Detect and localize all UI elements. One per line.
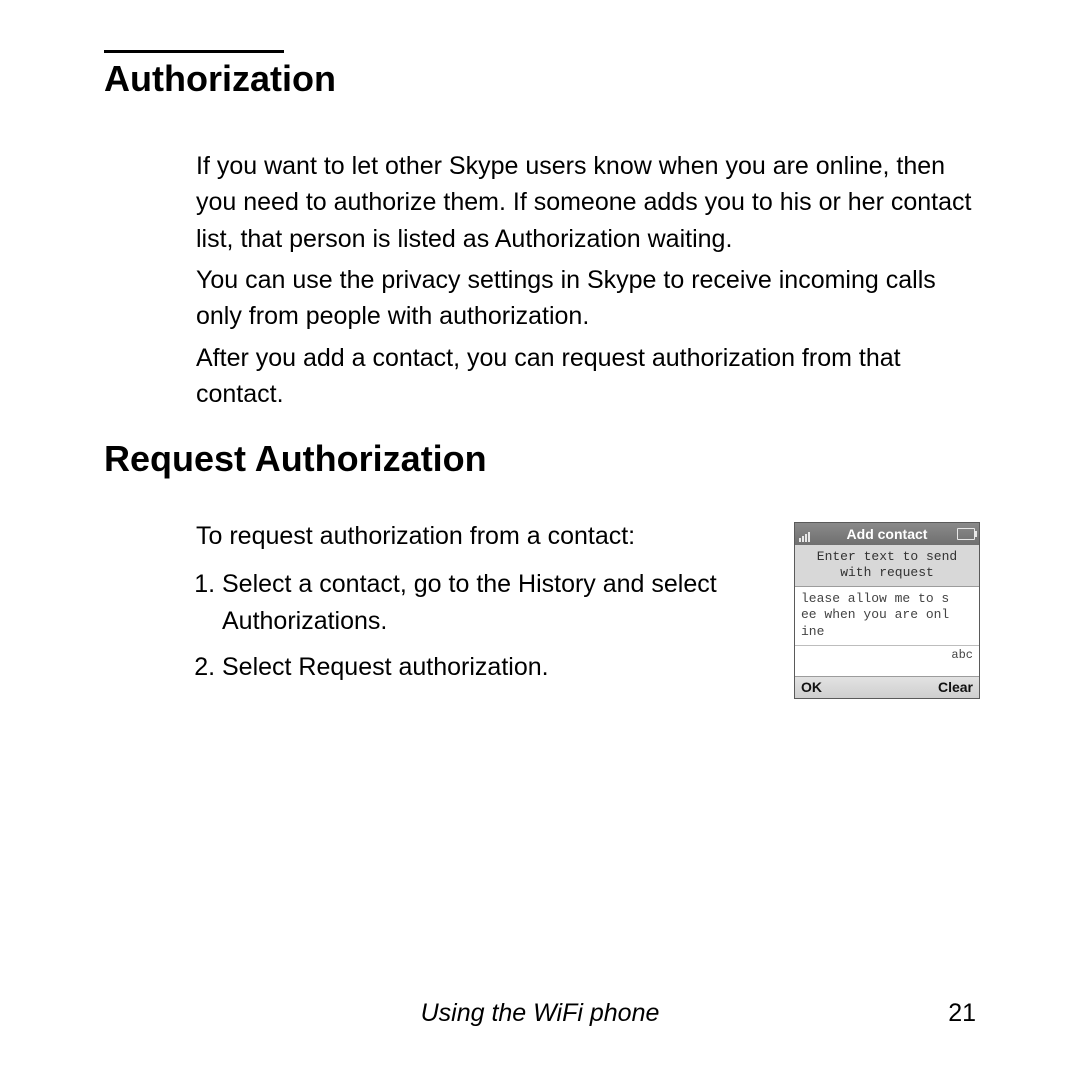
signal-icon: [799, 532, 810, 542]
phone-softkey-bar: OK Clear: [795, 676, 979, 698]
page-number: 21: [948, 999, 976, 1028]
paragraph: You can use the privacy settings in Skyp…: [196, 262, 976, 335]
footer-text: Using the WiFi phone: [0, 999, 1080, 1028]
softkey-ok[interactable]: OK: [801, 679, 822, 695]
phone-input-mode: abc: [795, 646, 979, 676]
list-item: Select a contact, go to the History and …: [222, 566, 786, 639]
phone-screenshot: Add contact Enter text to send with requ…: [794, 522, 980, 699]
heading-rule: [104, 50, 284, 53]
intro-text: To request authorization from a contact:: [196, 518, 786, 554]
paragraph: If you want to let other Skype users kno…: [196, 148, 976, 257]
phone-prompt: Enter text to send with request: [795, 545, 979, 587]
phone-text-input[interactable]: lease allow me to s ee when you are onl …: [795, 587, 979, 646]
steps-list: Select a contact, go to the History and …: [196, 566, 786, 685]
list-item: Select Request authorization.: [222, 649, 786, 685]
phone-title-bar: Add contact: [795, 523, 979, 545]
prompt-line: Enter text to send: [801, 549, 973, 565]
request-authorization-body: To request authorization from a contact:…: [196, 518, 786, 695]
battery-icon: [957, 528, 975, 540]
phone-title: Add contact: [847, 526, 928, 542]
heading-request-authorization: Request Authorization: [104, 438, 487, 480]
prompt-line: with request: [801, 565, 973, 581]
softkey-clear[interactable]: Clear: [938, 679, 973, 695]
heading-authorization: Authorization: [104, 58, 336, 100]
paragraph: After you add a contact, you can request…: [196, 340, 976, 413]
